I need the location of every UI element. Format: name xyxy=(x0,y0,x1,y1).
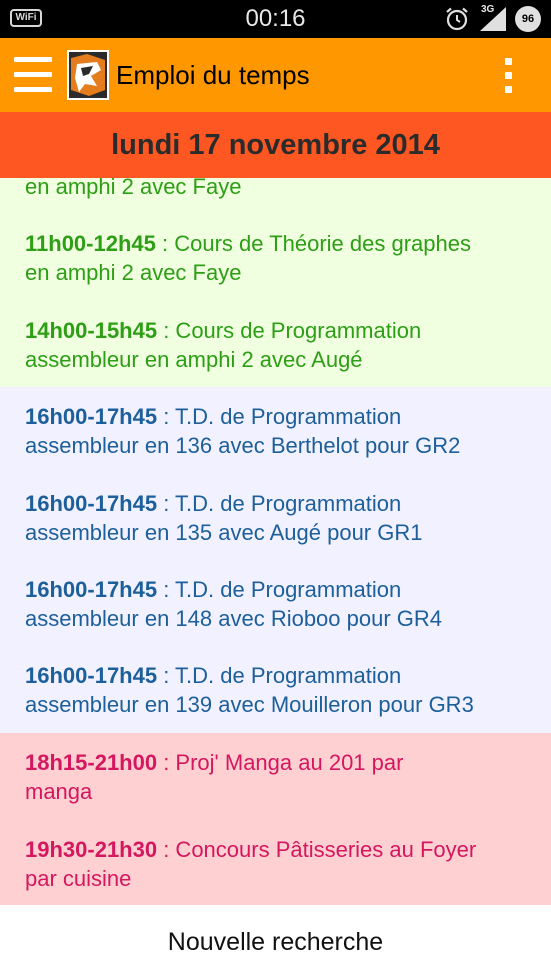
entry-line-1: 19h30-21h30 : Concours Pâtisseries au Fo… xyxy=(25,835,540,864)
app-bar: Emploi du temps xyxy=(0,38,551,112)
entry-line-2: assembleur en 136 avec Berthelot pour GR… xyxy=(25,433,461,458)
entry-time: 16h00-17h45 xyxy=(25,491,158,516)
entry-line-1: 11h00-12h45 : Cours de Théorie des graph… xyxy=(25,229,540,258)
list-item[interactable]: 11h00-12h45 : Cours de Théorie des graph… xyxy=(25,229,540,287)
battery-icon: 96 xyxy=(515,6,541,32)
entry-line-1: 14h00-15h45 : Cours de Programmation xyxy=(25,316,540,345)
date-header: lundi 17 novembre 2014 xyxy=(0,112,551,178)
entry-description: : T.D. de Programmation xyxy=(157,577,402,602)
entry-time: 14h00-15h45 xyxy=(25,318,158,343)
entry-line-2: assembleur en 135 avec Augé pour GR1 xyxy=(25,520,423,545)
vertical-dots-icon[interactable] xyxy=(498,56,518,96)
entry-line-1: en amphi 2 avec Faye xyxy=(25,178,540,201)
entry-time: 16h00-17h45 xyxy=(25,577,158,602)
entry-line-2: assembleur en 139 avec Mouilleron pour G… xyxy=(25,692,474,717)
alarm-clock-icon xyxy=(446,7,468,31)
entry-description: : T.D. de Programmation xyxy=(157,491,402,516)
list-item[interactable]: 16h00-17h45 : T.D. de Programmation asse… xyxy=(25,402,540,460)
list-item[interactable]: 16h00-17h45 : T.D. de Programmation asse… xyxy=(25,489,540,547)
entry-description: en amphi 2 avec Faye xyxy=(25,178,242,199)
entry-time: 19h30-21h30 xyxy=(25,837,158,862)
entry-description: : T.D. de Programmation xyxy=(157,663,402,688)
entry-description: : Concours Pâtisseries au Foyer xyxy=(157,837,477,862)
entry-time: 11h00-12h45 xyxy=(25,231,156,256)
entry-line-1: 16h00-17h45 : T.D. de Programmation xyxy=(25,402,540,431)
hamburger-menu-icon[interactable] xyxy=(14,55,52,95)
entry-line-2: assembleur en 148 avec Rioboo pour GR4 xyxy=(25,606,443,631)
schedule-list[interactable]: en amphi 2 avec Faye 11h00-12h45 : Cours… xyxy=(0,178,551,905)
entry-time: 18h15-21h00 xyxy=(25,750,158,775)
schedule-section-courses: en amphi 2 avec Faye 11h00-12h45 : Cours… xyxy=(0,178,551,387)
list-item[interactable]: 14h00-15h45 : Cours de Programmation ass… xyxy=(25,316,540,374)
schedule-section-td: 16h00-17h45 : T.D. de Programmation asse… xyxy=(0,387,551,733)
new-search-button[interactable]: Nouvelle recherche xyxy=(0,905,551,979)
network-type-label: 3G xyxy=(481,4,495,15)
list-item[interactable]: en amphi 2 avec Faye xyxy=(25,178,540,201)
entry-line-2: manga xyxy=(25,779,93,804)
entry-description: : Cours de Théorie des graphes xyxy=(155,231,471,256)
app-screen: WiFi 00:16 3G 96 Emploi du temps lundi 1… xyxy=(0,0,551,979)
entry-line-2: en amphi 2 avec Faye xyxy=(25,260,242,285)
app-title: Emploi du temps xyxy=(116,60,310,90)
entry-time: 16h00-17h45 xyxy=(25,663,158,688)
entry-description: : Proj' Manga au 201 par xyxy=(157,750,404,775)
entry-line-2: assembleur en amphi 2 avec Augé xyxy=(25,347,363,372)
entry-line-1: 18h15-21h00 : Proj' Manga au 201 par xyxy=(25,748,540,777)
entry-line-1: 16h00-17h45 : T.D. de Programmation xyxy=(25,489,540,518)
list-item[interactable]: 19h30-21h30 : Concours Pâtisseries au Fo… xyxy=(25,835,540,893)
entry-line-2: par cuisine xyxy=(25,866,132,891)
entry-description: : Cours de Programmation xyxy=(157,318,422,343)
entry-description: : T.D. de Programmation xyxy=(157,404,402,429)
entry-time: 16h00-17h45 xyxy=(25,404,158,429)
entry-line-1: 16h00-17h45 : T.D. de Programmation xyxy=(25,661,540,690)
entry-line-1: 16h00-17h45 : T.D. de Programmation xyxy=(25,575,540,604)
list-item[interactable]: 16h00-17h45 : T.D. de Programmation asse… xyxy=(25,575,540,633)
status-bar: WiFi 00:16 3G 96 xyxy=(0,0,551,38)
list-item[interactable]: 16h00-17h45 : T.D. de Programmation asse… xyxy=(25,661,540,719)
schedule-section-events: 18h15-21h00 : Proj' Manga au 201 par man… xyxy=(0,733,551,905)
list-item[interactable]: 18h15-21h00 : Proj' Manga au 201 par man… xyxy=(25,748,540,806)
university-shield-logo xyxy=(67,50,109,100)
